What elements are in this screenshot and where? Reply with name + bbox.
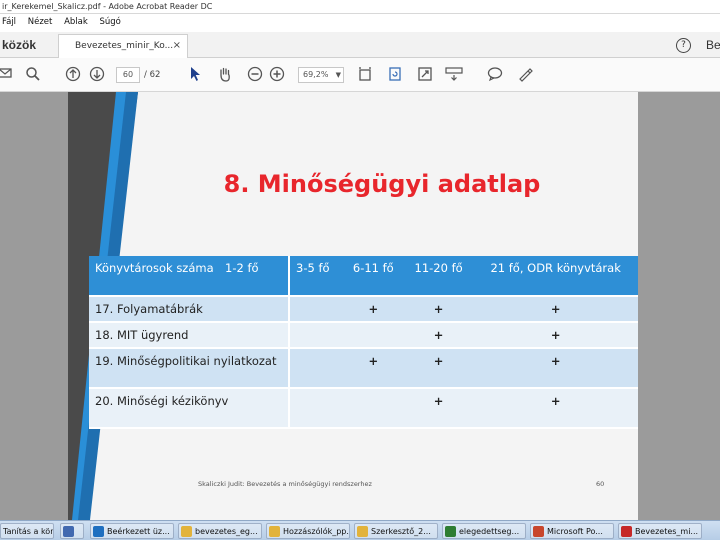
table-row: 20. Minőségi kézikönyv + + bbox=[89, 388, 638, 429]
table-cell: + bbox=[473, 348, 638, 389]
taskbar-item[interactable]: Hozzászólók_pp... bbox=[266, 523, 350, 539]
folder-icon bbox=[269, 526, 280, 537]
next-page-icon[interactable] bbox=[88, 66, 106, 84]
zoom-in-icon[interactable] bbox=[268, 66, 286, 84]
table-cell: + bbox=[473, 388, 638, 429]
page-total: / 62 bbox=[144, 70, 161, 80]
tab-document[interactable]: Bevezetes_minir_Ko... × bbox=[58, 34, 188, 58]
table-cell bbox=[288, 296, 343, 323]
table-row: 18. MIT ügyrend + + bbox=[89, 322, 638, 349]
menu-bar: Fájl Nézet Ablak Súgó bbox=[0, 14, 720, 32]
table-cell: + bbox=[473, 322, 638, 349]
table-header-row: Könyvtárosok száma 1-2 fő 3-5 fő 6-11 fő… bbox=[89, 256, 638, 297]
taskbar-item[interactable]: Bevezetes_mi... bbox=[618, 523, 702, 539]
taskbar-item[interactable]: Tanítás a köny... bbox=[0, 523, 54, 539]
table-row: 17. Folyamatábrák + + + bbox=[89, 296, 638, 323]
table-cell: + bbox=[342, 296, 404, 323]
comment-icon[interactable] bbox=[486, 66, 504, 84]
mail-app-icon bbox=[93, 526, 104, 537]
zoom-out-icon[interactable] bbox=[246, 66, 264, 84]
table-header-cell: 11-20 fő bbox=[403, 256, 474, 297]
folder-icon bbox=[181, 526, 192, 537]
table-header-cell: Könyvtárosok száma 1-2 fő bbox=[89, 256, 289, 297]
quality-table: Könyvtárosok száma 1-2 fő 3-5 fő 6-11 fő… bbox=[89, 256, 638, 429]
menu-help[interactable]: Súgó bbox=[99, 17, 120, 27]
fit-page-icon[interactable] bbox=[356, 66, 374, 84]
taskbar-item[interactable]: elegedettseg... bbox=[442, 523, 526, 539]
taskbar: Tanítás a köny... Beérkezett üz... bevez… bbox=[0, 520, 720, 540]
account-button[interactable]: Be bbox=[706, 32, 720, 58]
taskbar-item[interactable]: Beérkezett üz... bbox=[90, 523, 174, 539]
select-arrow-icon[interactable] bbox=[188, 66, 202, 84]
slide-title: 8. Minőségügyi adatlap bbox=[223, 170, 541, 198]
full-screen-icon[interactable] bbox=[416, 66, 434, 84]
read-mode-icon[interactable] bbox=[444, 66, 464, 84]
table-cell: + bbox=[342, 348, 404, 389]
folder-icon bbox=[357, 526, 368, 537]
menu-file[interactable]: Fájl bbox=[2, 17, 16, 27]
toolbar: 60 / 62 69,2% ▼ bbox=[0, 58, 720, 92]
help-icon[interactable]: ? bbox=[676, 38, 691, 53]
table-cell: + bbox=[403, 388, 474, 429]
row-label: 19. Minőségpolitikai nyilatkozat bbox=[89, 348, 289, 389]
table-row: 19. Minőségpolitikai nyilatkozat + + + bbox=[89, 348, 638, 389]
table-cell bbox=[342, 388, 404, 429]
chevron-down-icon: ▼ bbox=[335, 71, 341, 79]
table-cell: + bbox=[403, 296, 474, 323]
mail-icon[interactable] bbox=[0, 66, 12, 84]
close-icon[interactable]: × bbox=[173, 35, 181, 57]
window-title: ir_Kerekemel_Skalicz.pdf - Adobe Acrobat… bbox=[0, 0, 720, 14]
row-label: 17. Folyamatábrák bbox=[89, 296, 289, 323]
row-label: 20. Minőségi kézikönyv bbox=[89, 388, 289, 429]
tab-tools[interactable]: közök bbox=[0, 32, 52, 58]
taskbar-item[interactable]: bevezetes_eg... bbox=[178, 523, 262, 539]
table-cell: + bbox=[473, 296, 638, 323]
table-cell bbox=[288, 322, 343, 349]
slide-page-number: 60 bbox=[596, 480, 605, 488]
powerpoint-icon bbox=[533, 526, 544, 537]
table-header-cell: 3-5 fő bbox=[288, 256, 343, 297]
table-cell: + bbox=[403, 348, 474, 389]
table-cell: + bbox=[403, 322, 474, 349]
tab-document-label: Bevezetes_minir_Ko... bbox=[75, 41, 174, 51]
row-label: 18. MIT ügyrend bbox=[89, 322, 289, 349]
spreadsheet-icon bbox=[445, 526, 456, 537]
taskbar-item[interactable] bbox=[60, 523, 84, 539]
taskbar-item[interactable]: Microsoft Po... bbox=[530, 523, 614, 539]
zoom-value: 69,2% bbox=[303, 70, 329, 79]
search-icon[interactable] bbox=[24, 66, 42, 84]
previous-page-icon[interactable] bbox=[64, 66, 82, 84]
hand-tool-icon[interactable] bbox=[216, 66, 234, 84]
app-icon bbox=[63, 526, 74, 537]
slide-footer: Skaliczki Judit: Bevezetés a minőségügyi… bbox=[198, 480, 372, 488]
menu-window[interactable]: Ablak bbox=[64, 17, 88, 27]
zoom-select[interactable]: 69,2% ▼ bbox=[298, 67, 344, 83]
table-cell bbox=[288, 388, 343, 429]
table-cell bbox=[342, 322, 404, 349]
pdf-icon bbox=[621, 526, 632, 537]
menu-view[interactable]: Nézet bbox=[28, 17, 53, 27]
taskbar-item[interactable]: Szerkesztő_2... bbox=[354, 523, 438, 539]
page-number-input[interactable]: 60 bbox=[116, 67, 140, 83]
highlight-pen-icon[interactable] bbox=[516, 66, 534, 84]
pdf-page: 8. Minőségügyi adatlap Könyvtárosok szám… bbox=[68, 92, 638, 520]
table-header-cell: 6-11 fő bbox=[342, 256, 404, 297]
rotate-icon[interactable] bbox=[386, 66, 404, 84]
table-cell bbox=[288, 348, 343, 389]
table-header-cell: 21 fő, ODR könyvtárak bbox=[473, 256, 638, 297]
tab-bar: közök Bevezetes_minir_Ko... × ? Be bbox=[0, 32, 720, 58]
